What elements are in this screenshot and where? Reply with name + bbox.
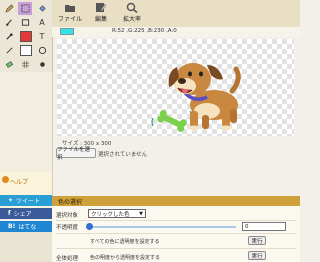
target-label: 選択対象 (56, 213, 79, 219)
drawing-canvas[interactable] (57, 39, 294, 136)
zoom-icon (126, 2, 138, 13)
divider (56, 233, 296, 234)
panel-title: 色の選択 (58, 198, 83, 206)
help-icon (2, 176, 9, 183)
grid-icon[interactable] (18, 58, 32, 71)
hatena-button[interactable]: B! はてな (0, 221, 52, 232)
primary-color-swatch[interactable] (20, 31, 32, 42)
zoom-menu-label: 拡大率 (122, 16, 141, 23)
edit-icon (96, 3, 107, 12)
tweet-button[interactable]: ✦ ツイート (0, 195, 52, 206)
edit-menu-button[interactable]: 編集 (87, 2, 115, 26)
share-label: シェア (13, 211, 32, 218)
choose-file-button[interactable]: ファイルを選択 (56, 147, 96, 161)
help-panel: ヘルプ (0, 172, 53, 212)
brush-icon[interactable] (2, 16, 16, 29)
divider (56, 248, 296, 249)
facebook-share-button[interactable]: f シェア (0, 208, 52, 219)
type-icon[interactable]: T (35, 30, 49, 43)
tool-options-panel (0, 72, 53, 172)
edit-menu-label: 編集 (94, 16, 107, 23)
execute-all-opacity-button[interactable]: 実行 (248, 236, 266, 245)
color-selection-header[interactable]: 色の選択 (52, 196, 300, 206)
color-readout: R:52 ,G:225 ,B:230 ,A:0 (112, 28, 177, 34)
opacity-slider-track[interactable] (90, 226, 236, 228)
file-menu-label: ファイル (57, 16, 82, 23)
target-select-value: クリックした色 (91, 211, 130, 218)
dropper-icon[interactable] (2, 30, 16, 43)
line-icon[interactable] (2, 44, 16, 57)
pencil-icon[interactable] (2, 2, 16, 15)
brightness-opacity-desc: 色の明度から透明度を設定する (90, 255, 161, 261)
circle-icon[interactable] (35, 44, 49, 57)
chevron-down-icon: ▼ (139, 211, 143, 217)
opacity-slider-thumb[interactable] (86, 223, 93, 230)
facebook-icon: f (8, 210, 11, 217)
divider (56, 220, 296, 221)
text-icon[interactable]: A (35, 16, 49, 29)
execute-brightness-opacity-button[interactable]: 実行 (248, 251, 266, 260)
opacity-input-value: 0 (245, 223, 249, 230)
folder-icon (65, 5, 75, 12)
left-bottom-panel (0, 232, 53, 262)
fill-icon[interactable] (35, 2, 49, 15)
opacity-label: 不透明度 (56, 225, 79, 231)
hatena-label: はてな (18, 224, 37, 231)
file-menu-button[interactable]: ファイル (56, 2, 84, 26)
opacity-input[interactable]: 0 (242, 222, 286, 231)
secondary-color-swatch[interactable] (20, 45, 32, 56)
twitter-icon: ✦ (8, 197, 14, 204)
select-tool-icon[interactable] (18, 2, 32, 15)
color-info-bar: R:52 ,G:225 ,B:230 ,A:0 (52, 27, 300, 37)
dot-icon[interactable] (35, 58, 49, 71)
hatena-icon: B! (8, 223, 16, 230)
file-status-text: 選択されていません (98, 152, 148, 158)
zoom-menu-button[interactable]: 拡大率 (118, 2, 146, 26)
eraser-icon[interactable] (2, 58, 16, 71)
current-color-chip (60, 28, 74, 35)
tool-panel: A T (0, 0, 53, 72)
target-select[interactable]: クリックした色 ▼ (88, 209, 146, 218)
help-link[interactable]: ヘルプ (10, 177, 28, 186)
dog-image (151, 63, 241, 132)
rect-icon[interactable] (18, 16, 32, 29)
top-toolbar: ファイル 編集 拡大率 (52, 0, 300, 28)
all-opacity-desc: すべての色に透明度を設定する (90, 239, 160, 245)
tweet-label: ツイート (16, 198, 41, 205)
all-process-label: 全体処理 (56, 256, 79, 262)
